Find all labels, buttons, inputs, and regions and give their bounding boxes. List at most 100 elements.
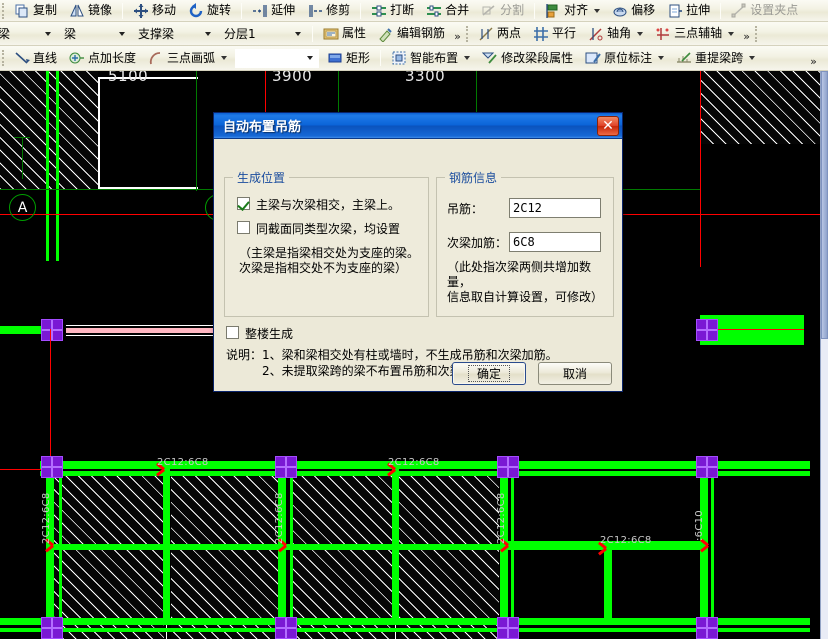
three-point-axis-button[interactable]: 三点辅轴 <box>650 24 739 43</box>
canvas-vertical-scrollbar[interactable] <box>820 71 828 639</box>
rebar-label-v2: 2C12:6C8 <box>274 492 285 544</box>
column-node-c4[interactable] <box>696 617 718 639</box>
chevron-down-icon[interactable] <box>221 56 228 60</box>
chevron-down-icon[interactable] <box>594 8 601 13</box>
draw-toolbar-gripper[interactable] <box>2 50 5 66</box>
secondary-beam-rebar-input[interactable]: 6C8 <box>509 232 601 252</box>
point-length-button[interactable]: 点加长度 <box>64 49 141 68</box>
copy-button[interactable]: 复制 <box>9 1 62 20</box>
toolbar-overflow-3[interactable]: » <box>807 49 820 68</box>
chevron-down-icon[interactable] <box>464 56 471 60</box>
rotate-button[interactable]: 旋转 <box>183 1 236 20</box>
hanging-rebar-input[interactable]: 2C12 <box>509 198 601 218</box>
three-point-arc-button[interactable]: 三点画弧 <box>143 49 232 68</box>
three-point-axis-icon <box>655 26 671 42</box>
extend-label: 延伸 <box>271 3 296 17</box>
chevron-down-icon[interactable] <box>637 31 644 36</box>
element-combo[interactable]: 梁 <box>60 24 130 43</box>
re-extract-span-icon <box>676 50 692 66</box>
beam-row-a-left <box>0 326 44 334</box>
hanging-rebar-row: 吊筋： 2C12 <box>447 198 605 218</box>
element-combo-arrow[interactable] <box>115 26 129 41</box>
layer-combo-arrow[interactable] <box>291 26 305 41</box>
break-label: 打断 <box>390 3 415 17</box>
column-node-c2[interactable] <box>275 617 297 639</box>
chevron-down-icon[interactable] <box>658 56 665 60</box>
layer-combo-value: 分层1 <box>224 27 256 41</box>
split-button[interactable]: 分割 <box>476 1 529 20</box>
whole-floor-label: 整楼生成 <box>245 327 294 341</box>
property-button[interactable]: 属性 <box>318 24 371 43</box>
same-section-checkbox[interactable] <box>237 221 250 234</box>
checkbox-row-main-secondary[interactable]: 主梁与次梁相交，主梁上。 <box>237 196 420 213</box>
close-icon[interactable]: ✕ <box>597 115 619 136</box>
chevron-down-icon[interactable] <box>728 31 735 36</box>
style-combo[interactable] <box>235 48 320 68</box>
type-combo-value: 支撑梁 <box>138 27 175 41</box>
merge-button[interactable]: 合并 <box>421 1 474 20</box>
whole-floor-checkbox[interactable] <box>226 326 239 339</box>
parallel-icon <box>533 26 549 42</box>
axis-angle-icon <box>588 26 604 42</box>
offset-button[interactable]: 偏移 <box>607 1 660 20</box>
type-combo-arrow[interactable] <box>201 26 215 41</box>
category-combo[interactable]: 梁 <box>0 24 56 43</box>
whole-floor-row[interactable]: 整楼生成 <box>226 325 293 342</box>
cancel-button[interactable]: 取消 <box>538 362 612 385</box>
axis-leader-tick <box>14 137 30 138</box>
toolbar-separator-7 <box>380 50 382 66</box>
edit-beam-segment-button[interactable]: 修改梁段属性 <box>477 49 578 68</box>
parallel-axis-button[interactable]: 平行 <box>528 24 581 43</box>
line-button[interactable]: 直线 <box>9 49 62 68</box>
main-secondary-checkbox[interactable] <box>237 197 250 210</box>
slab-panel-3 <box>290 473 393 639</box>
align-button[interactable]: 对齐 <box>540 1 605 20</box>
checkbox-row-same-section[interactable]: 同截面同类型次梁，均设置 <box>237 220 420 237</box>
break-button[interactable]: 打断 <box>366 1 419 20</box>
toolbar-gripper[interactable] <box>2 2 5 19</box>
toolbar-overflow-1[interactable]: » <box>451 24 464 43</box>
axis-toolbar-gripper[interactable] <box>466 25 469 42</box>
edit-rebar-button[interactable]: 编辑钢筋 <box>373 24 450 43</box>
style-combo-arrow[interactable] <box>303 51 317 66</box>
rectangle-button[interactable]: 矩形 <box>322 49 375 68</box>
dialog-titlebar[interactable]: 自动布置吊筋 ✕ <box>214 113 622 139</box>
copy-label: 复制 <box>33 3 58 17</box>
column-node-a1[interactable] <box>41 319 63 341</box>
column-node-c1[interactable] <box>41 617 63 639</box>
smart-layout-button[interactable]: 智能布置 <box>386 49 475 68</box>
chevron-down-icon[interactable] <box>749 56 756 60</box>
scrollbar-thumb[interactable] <box>821 71 828 339</box>
slab-panel-1 <box>54 473 164 639</box>
axis-toolbar-gripper-end[interactable] <box>755 25 758 42</box>
column-node-b4[interactable] <box>696 456 718 478</box>
layer-combo[interactable]: 分层1 <box>220 24 306 43</box>
column-node-a2[interactable] <box>696 319 718 341</box>
hanging-rebar-label: 吊筋： <box>447 201 484 216</box>
trim-button[interactable]: 修剪 <box>302 1 355 20</box>
axis-angle-button[interactable]: 轴角 <box>583 24 648 43</box>
stretch-button[interactable]: 拉伸 <box>662 1 715 20</box>
line-icon <box>14 50 30 66</box>
slab-hatch-top-left <box>0 71 98 189</box>
two-point-axis-button[interactable]: 两点 <box>473 24 526 43</box>
move-button[interactable]: 移动 <box>128 1 181 20</box>
beam-row-a-fill <box>66 328 213 333</box>
set-grip-button[interactable]: 设置夹点 <box>726 1 803 20</box>
dimension-label-3: 3300 <box>405 71 446 85</box>
re-extract-span-button[interactable]: 重提梁跨 <box>671 49 760 68</box>
inplace-annotation-button[interactable]: 原位标注 <box>580 49 669 68</box>
mirror-button[interactable]: 镜像 <box>64 1 117 20</box>
column-node-b3[interactable] <box>497 456 519 478</box>
property-label: 属性 <box>342 26 367 40</box>
ok-button[interactable]: 确定 <box>452 362 526 385</box>
extend-button[interactable]: 延伸 <box>247 1 300 20</box>
stretch-label: 拉伸 <box>686 3 711 17</box>
column-node-b1[interactable] <box>41 456 63 478</box>
split-icon <box>481 3 497 19</box>
column-node-b2[interactable] <box>275 456 297 478</box>
type-combo[interactable]: 支撑梁 <box>134 24 216 43</box>
toolbar-overflow-2[interactable]: » <box>740 24 753 43</box>
column-node-c3[interactable] <box>497 617 519 639</box>
category-combo-arrow[interactable] <box>41 26 55 41</box>
